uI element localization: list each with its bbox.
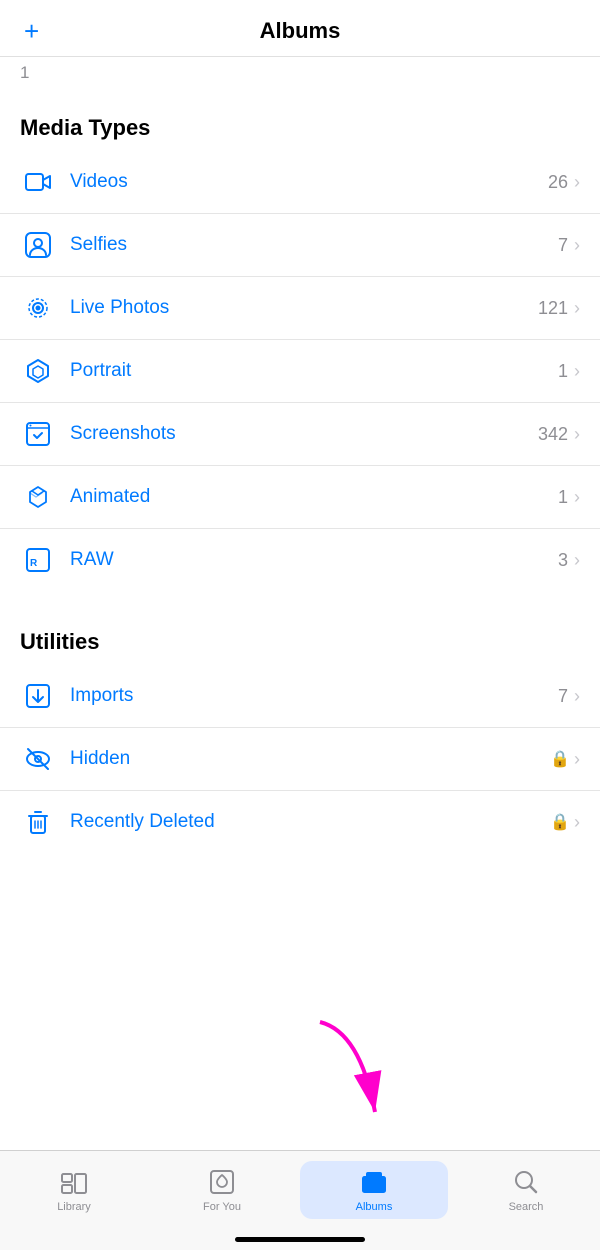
videos-count: 26	[548, 172, 568, 193]
screenshots-label: Screenshots	[70, 423, 538, 445]
chevron-icon: ›	[574, 298, 580, 319]
videos-label: Videos	[70, 171, 548, 193]
animated-icon	[20, 479, 56, 515]
list-item[interactable]: Selfies 7 ›	[0, 214, 600, 277]
albums-tab-icon	[356, 1167, 392, 1197]
chevron-icon: ›	[574, 424, 580, 445]
chevron-icon: ›	[574, 550, 580, 571]
albums-tab-label: Albums	[356, 1201, 393, 1213]
library-tab-icon	[56, 1167, 92, 1197]
list-item[interactable]: Videos 26 ›	[0, 151, 600, 214]
utilities-header: Utilities	[0, 601, 600, 665]
live-photos-label: Live Photos	[70, 297, 538, 319]
recently-deleted-label: Recently Deleted	[70, 811, 550, 833]
hidden-icon	[20, 741, 56, 777]
tab-albums[interactable]: Albums	[300, 1161, 448, 1219]
partial-indicator: 1	[0, 57, 600, 87]
portrait-label: Portrait	[70, 360, 558, 382]
animated-count: 1	[558, 487, 568, 508]
home-indicator	[235, 1237, 365, 1242]
utilities-section: Utilities Imports 7 › Hidden	[0, 601, 600, 853]
raw-label: RAW	[70, 549, 558, 571]
chevron-icon: ›	[574, 172, 580, 193]
list-item[interactable]: Imports 7 ›	[0, 665, 600, 728]
portrait-icon	[20, 353, 56, 389]
add-album-button[interactable]: +	[24, 18, 39, 44]
search-tab-label: Search	[509, 1201, 544, 1213]
chevron-icon: ›	[574, 487, 580, 508]
list-item[interactable]: R RAW 3 ›	[0, 529, 600, 591]
media-types-header: Media Types	[0, 87, 600, 151]
list-item[interactable]: Animated 1 ›	[0, 466, 600, 529]
tab-bar: Library For You Albums Search	[0, 1150, 600, 1250]
lock-icon: 🔒	[550, 749, 570, 769]
chevron-icon: ›	[574, 749, 580, 770]
imports-label: Imports	[70, 685, 558, 707]
imports-icon	[20, 678, 56, 714]
chevron-icon: ›	[574, 235, 580, 256]
header: + Albums	[0, 0, 600, 57]
raw-icon: R	[20, 542, 56, 578]
tab-search[interactable]: Search	[452, 1161, 600, 1219]
chevron-icon: ›	[574, 361, 580, 382]
recently-deleted-icon	[20, 804, 56, 840]
selfies-icon	[20, 227, 56, 263]
lock-icon: 🔒	[550, 812, 570, 832]
live-photos-count: 121	[538, 298, 568, 319]
list-item[interactable]: Portrait 1 ›	[0, 340, 600, 403]
chevron-icon: ›	[574, 686, 580, 707]
for-you-tab-icon	[204, 1167, 240, 1197]
scroll-content: 1 Media Types Videos 26 ›	[0, 57, 600, 1207]
library-tab-label: Library	[57, 1201, 91, 1213]
selfies-label: Selfies	[70, 234, 558, 256]
screenshots-count: 342	[538, 424, 568, 445]
list-item[interactable]: Hidden 🔒 ›	[0, 728, 600, 791]
page-title: Albums	[260, 18, 341, 44]
svg-text:R: R	[30, 558, 38, 569]
list-item[interactable]: Live Photos 121 ›	[0, 277, 600, 340]
screenshots-icon	[20, 416, 56, 452]
live-photos-icon	[20, 290, 56, 326]
tab-library[interactable]: Library	[0, 1161, 148, 1219]
videos-icon	[20, 164, 56, 200]
portrait-count: 1	[558, 361, 568, 382]
tab-for-you[interactable]: For You	[148, 1161, 296, 1219]
hidden-label: Hidden	[70, 748, 550, 770]
for-you-tab-label: For You	[203, 1201, 241, 1213]
list-item[interactable]: Recently Deleted 🔒 ›	[0, 791, 600, 853]
animated-label: Animated	[70, 486, 558, 508]
media-types-section: Media Types Videos 26 › Selfie	[0, 87, 600, 591]
raw-count: 3	[558, 550, 568, 571]
chevron-icon: ›	[574, 812, 580, 833]
list-item[interactable]: Screenshots 342 ›	[0, 403, 600, 466]
search-tab-icon	[508, 1167, 544, 1197]
imports-count: 7	[558, 686, 568, 707]
selfies-count: 7	[558, 235, 568, 256]
